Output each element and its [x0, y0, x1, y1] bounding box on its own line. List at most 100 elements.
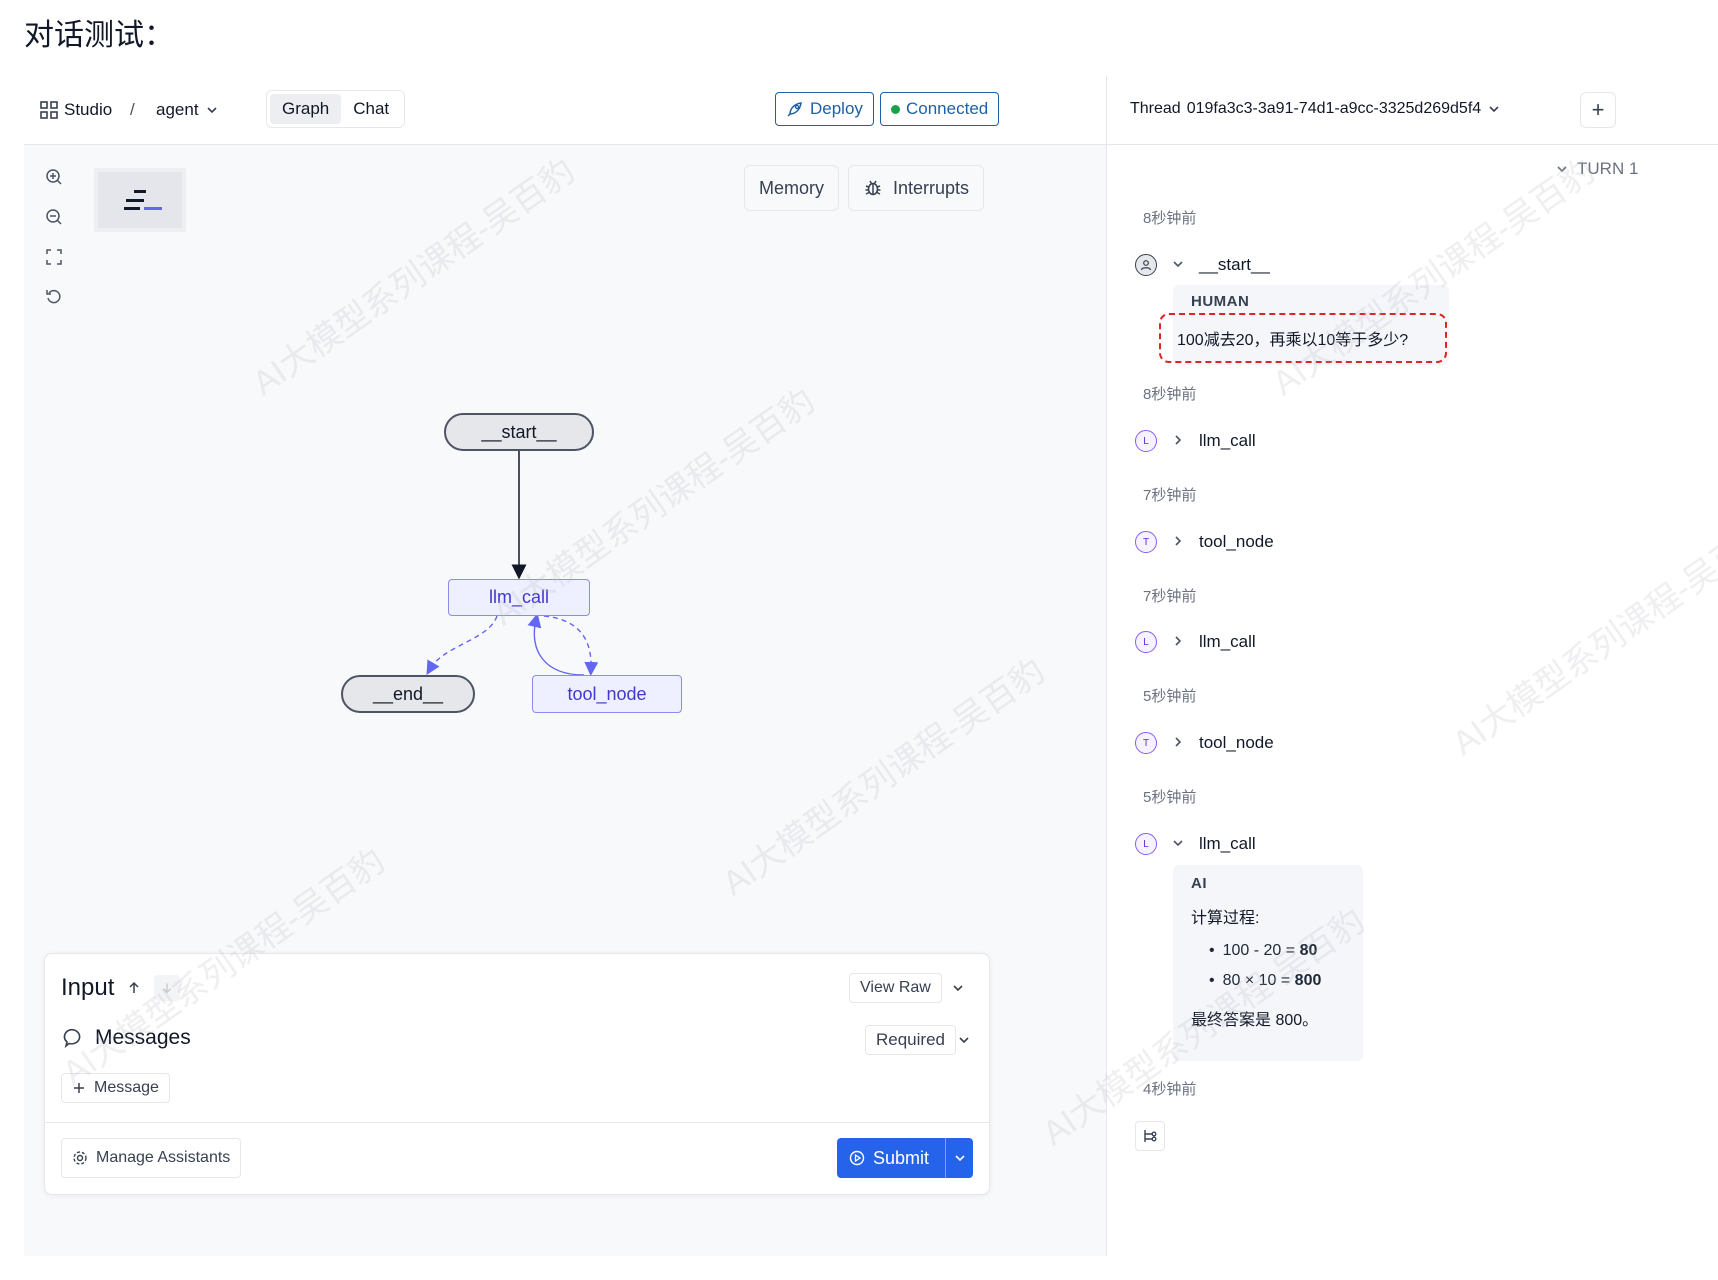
timestamp: 8秒钟前 [1143, 386, 1197, 403]
chevron-right-icon[interactable] [1171, 634, 1185, 651]
step-node-name: tool_node [1199, 733, 1274, 752]
new-thread-button[interactable]: + [1580, 92, 1616, 128]
edge-tool-llm [527, 613, 585, 676]
ai-role-label: AI [1191, 875, 1207, 892]
thread-timeline: TURN 1 8秒钟前 __start__ HUMAN 100减去20，再乘以1… [1107, 145, 1718, 1256]
tab-chat[interactable]: Chat [341, 94, 401, 124]
step-node-name: __start__ [1199, 255, 1270, 274]
ai-bullet: • 100 - 20 = 80 [1209, 942, 1318, 959]
arrow-down-button[interactable] [154, 975, 181, 1001]
top-bar: Studio / agent Graph Chat Deploy Connect… [24, 76, 1718, 145]
ai-final-answer: 最终答案是 800。 [1191, 1012, 1319, 1029]
input-title: Input [61, 974, 115, 1001]
input-panel: Input View Raw Messages Required Message [44, 953, 990, 1195]
manage-assistants-button[interactable]: Manage Assistants [61, 1138, 242, 1178]
step-llm-call[interactable]: L llm_call [1135, 428, 1256, 454]
arrow-up-icon[interactable] [126, 980, 142, 996]
edge-llm-end [426, 615, 498, 676]
chevron-right-icon[interactable] [1171, 433, 1185, 450]
timestamp: 8秒钟前 [1143, 210, 1197, 227]
connection-status[interactable]: Connected [880, 92, 1000, 126]
step-node-name: llm_call [1199, 834, 1256, 853]
step-tool-node[interactable]: T tool_node [1135, 529, 1274, 555]
timestamp: 4秒钟前 [1143, 1081, 1197, 1098]
message-bubble-icon [63, 1028, 81, 1049]
deploy-label: Deploy [810, 99, 863, 118]
plus-icon [74, 1083, 84, 1093]
step-node-name: llm_call [1199, 431, 1256, 450]
required-badge: Required [865, 1025, 956, 1055]
llm-badge-icon: L [1135, 631, 1157, 653]
arrow-down-icon [163, 983, 172, 994]
step-llm-call[interactable]: L llm_call [1135, 831, 1256, 857]
rocket-icon [787, 102, 802, 117]
add-message-label: Message [94, 1079, 159, 1096]
manage-assistants-label: Manage Assistants [96, 1149, 231, 1166]
user-avatar-icon [1135, 254, 1157, 276]
bullet-expression: 100 - 20 = [1222, 942, 1300, 959]
view-raw-button[interactable]: View Raw [849, 973, 942, 1003]
turn-toggle[interactable]: TURN 1 [1555, 159, 1638, 179]
graph-canvas[interactable]: Memory Interrupts __start__ llm_call __e… [24, 145, 1106, 1256]
node-tool-node[interactable]: tool_node [532, 675, 682, 713]
status-dot-icon [891, 104, 900, 114]
step-node-name: tool_node [1199, 532, 1274, 551]
timestamp: 7秒钟前 [1143, 588, 1197, 605]
timestamp: 5秒钟前 [1143, 688, 1197, 705]
human-role-label: HUMAN [1191, 293, 1250, 310]
agent-selector[interactable]: agent [156, 96, 219, 124]
turn-label: TURN 1 [1577, 159, 1639, 178]
timestamp: 7秒钟前 [1143, 487, 1197, 504]
deploy-button[interactable]: Deploy [775, 92, 874, 126]
breadcrumb-separator: / [130, 100, 135, 119]
node-start[interactable]: __start__ [444, 413, 594, 451]
graph-edges [426, 451, 599, 676]
chevron-down-icon[interactable] [951, 981, 965, 995]
studio-app: Studio / agent Graph Chat Deploy Connect… [24, 76, 1718, 1256]
tab-graph[interactable]: Graph [270, 94, 342, 124]
step-node-name: llm_call [1199, 632, 1256, 651]
studio-icon [40, 101, 58, 119]
tool-badge-icon: T [1135, 732, 1157, 754]
step-llm-call[interactable]: L llm_call [1135, 629, 1256, 655]
studio-link[interactable]: Studio [40, 96, 112, 124]
step-tool-node[interactable]: T tool_node [1135, 730, 1274, 756]
node-llm-call[interactable]: llm_call [448, 579, 590, 616]
ai-heading: 计算过程: [1191, 910, 1260, 927]
chevron-down-icon [206, 107, 217, 114]
chevron-down-icon [954, 1155, 965, 1162]
submit-label: Submit [873, 1147, 930, 1168]
play-circle-icon [849, 1150, 865, 1166]
bullet-result: 80 [1299, 942, 1318, 959]
submit-options[interactable] [946, 1151, 973, 1165]
llm-badge-icon: L [1135, 833, 1157, 855]
human-message-text: 100减去20，再乘以10等于多少? [1159, 313, 1447, 363]
add-message-button[interactable]: Message [61, 1073, 170, 1103]
node-end[interactable]: __end__ [341, 675, 475, 713]
agent-label: agent [156, 100, 199, 119]
view-toggle: Graph Chat [266, 90, 406, 128]
submit-main[interactable]: Submit [837, 1148, 945, 1169]
chevron-down-icon [1557, 166, 1567, 173]
thread-label: Thread [1130, 100, 1181, 117]
chevron-right-icon[interactable] [1171, 735, 1185, 752]
ai-bullet: • 80 × 10 = 800 [1209, 972, 1322, 989]
tool-badge-icon: T [1135, 531, 1157, 553]
submit-button[interactable]: Submit [837, 1138, 973, 1178]
document-heading: 对话测试： [24, 19, 174, 52]
edge-llm-tool [543, 615, 599, 676]
branch-icon [1144, 1130, 1157, 1142]
messages-field: Messages [63, 1026, 191, 1050]
step-start[interactable]: __start__ [1135, 252, 1270, 278]
messages-label: Messages [95, 1026, 191, 1049]
thread-id: 019fa3c3-3a91-74d1-a9cc-3325d269d5f4 [1186, 100, 1482, 117]
chevron-down-icon[interactable] [957, 1033, 971, 1047]
connected-label: Connected [906, 99, 989, 118]
graph-step-button[interactable] [1135, 1121, 1165, 1151]
input-header: Input [61, 974, 181, 1002]
chevron-right-icon[interactable] [1171, 534, 1185, 551]
chevron-down-icon[interactable] [1171, 836, 1185, 853]
human-message: HUMAN 100减去20，再乘以10等于多少? [1159, 285, 1449, 365]
thread-selector[interactable]: Thread 019fa3c3-3a91-74d1-a9cc-3325d269d… [1130, 94, 1501, 124]
chevron-down-icon[interactable] [1171, 257, 1185, 274]
